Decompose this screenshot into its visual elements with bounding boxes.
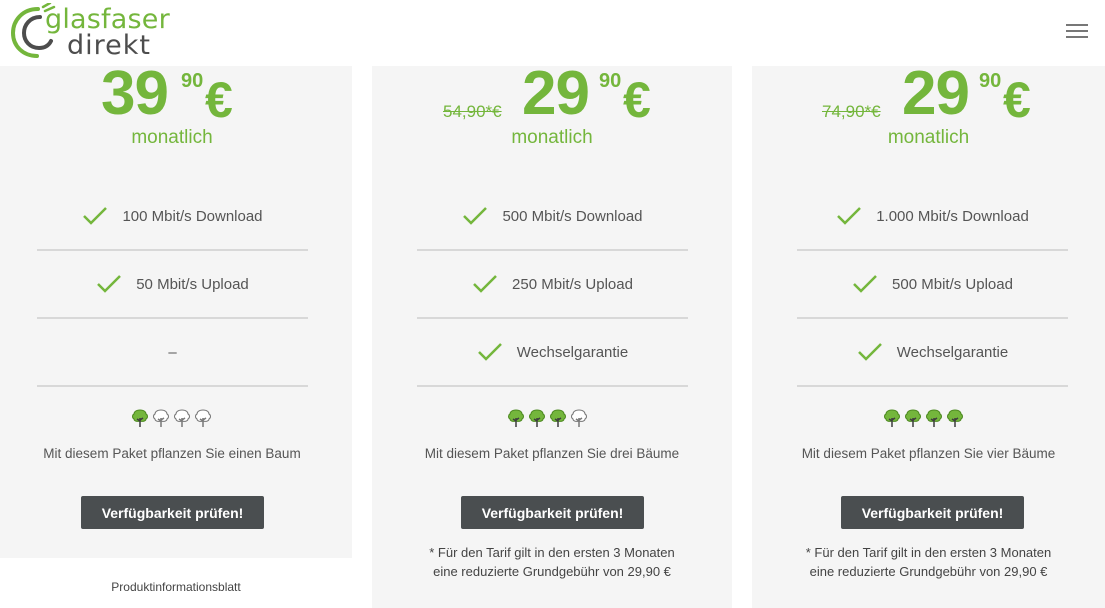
- feature-text: 100 Mbit/s Download: [122, 207, 263, 225]
- feature-text: Wechselgarantie: [896, 343, 1009, 361]
- old-price: 54,90*€: [443, 102, 502, 121]
- price-currency: €: [205, 72, 233, 128]
- check-availability-button[interactable]: Verfügbarkeit prüfen!: [841, 496, 1024, 529]
- product-info-link[interactable]: Produktinformationsblatt: [0, 580, 352, 594]
- price-cents: 90: [181, 70, 204, 92]
- checkmark-icon: [463, 207, 488, 225]
- feature-text: 1.000 Mbit/s Download: [876, 207, 1029, 225]
- checkmark-icon: [473, 275, 497, 293]
- feature-row: 250 Mbit/s Upload: [417, 251, 688, 319]
- site-header: glasfaser direkt: [0, 0, 1105, 66]
- plan-card-2: 54,90*€ 29 90 € monatlich 500 Mbit/s Dow…: [372, 59, 732, 608]
- tree-outline-icon: [194, 409, 211, 427]
- checkmark-icon: [853, 275, 877, 293]
- brand-logo[interactable]: glasfaser direkt: [10, 3, 185, 63]
- tree-rating: [747, 408, 1100, 428]
- check-availability-button[interactable]: Verfügbarkeit prüfen!: [461, 496, 644, 529]
- feature-row: 500 Mbit/s Download: [417, 183, 688, 251]
- checkmark-icon: [857, 343, 882, 361]
- checkmark-icon: [83, 207, 108, 225]
- footnote: * Für den Tarif gilt in den ersten 3 Mon…: [752, 543, 1105, 581]
- feature-text: 50 Mbit/s Upload: [136, 275, 249, 293]
- tree-filled-icon: [947, 409, 963, 427]
- tree-outline-icon: [570, 409, 587, 427]
- logo-text-direkt: direkt: [67, 30, 151, 61]
- footnote: * Für den Tarif gilt in den ersten 3 Mon…: [372, 543, 732, 581]
- price-period: monatlich: [887, 127, 970, 148]
- tree-text: Mit diesem Paket pflanzen Sie drei Bäume: [424, 446, 680, 461]
- tree-outline-icon: [152, 409, 169, 427]
- price-amount: 29: [902, 59, 970, 128]
- tree-text: Mit diesem Paket pflanzen Sie vier Bäume: [801, 446, 1056, 461]
- tree-outline-icon: [173, 409, 190, 427]
- price-currency: €: [623, 72, 651, 128]
- footnote-line: * Für den Tarif gilt in den ersten 3 Mon…: [429, 545, 675, 560]
- price-period: monatlich: [131, 127, 213, 148]
- checkmark-icon: [97, 275, 122, 293]
- tree-filled-icon: [926, 409, 942, 427]
- tree-text: Mit diesem Paket pflanzen Sie einen Baum: [43, 446, 301, 461]
- footnote-line: eine reduzierte Grundgebühr von 29,90 €: [433, 564, 671, 579]
- tree-rating: [367, 408, 727, 428]
- price-block: 39 90 €: [101, 59, 261, 130]
- feature-row: 50 Mbit/s Upload: [37, 251, 308, 319]
- feature-row: 100 Mbit/s Download: [37, 183, 308, 251]
- price-period: monatlich: [511, 127, 593, 148]
- feature-text: 250 Mbit/s Upload: [512, 275, 633, 293]
- price-currency: €: [1003, 72, 1031, 128]
- tree-filled-icon: [528, 409, 545, 427]
- feature-row: 500 Mbit/s Upload: [797, 251, 1068, 319]
- plan-card-1: 39 90 € monatlich 100 Mbit/s Download 50…: [0, 59, 352, 558]
- footnote-line: * Für den Tarif gilt in den ersten 3 Mon…: [805, 545, 1052, 560]
- hamburger-menu-icon[interactable]: [1066, 24, 1088, 40]
- checkmark-icon: [837, 207, 862, 225]
- tree-rating: [0, 408, 347, 428]
- feature-row: Wechselgarantie: [797, 319, 1068, 387]
- price-cents: 90: [599, 70, 622, 92]
- feature-row: 1.000 Mbit/s Download: [797, 183, 1068, 251]
- price-cents: 90: [979, 70, 1002, 92]
- feature-row: Wechselgarantie: [417, 319, 688, 387]
- tree-filled-icon: [884, 409, 900, 427]
- feature-text: Wechselgarantie: [516, 343, 629, 361]
- tree-filled-icon: [905, 409, 921, 427]
- footnote-line: eine reduzierte Grundgebühr von 29,90 €: [809, 564, 1048, 579]
- price-block: 29 90 €: [522, 59, 682, 130]
- feature-text: 500 Mbit/s Upload: [892, 275, 1013, 293]
- tree-filled-icon: [507, 409, 524, 427]
- feature-text: 500 Mbit/s Download: [502, 207, 643, 225]
- price-amount: 39: [101, 59, 169, 128]
- feature-row: –: [37, 319, 308, 387]
- tree-filled-icon: [549, 409, 566, 427]
- checkmark-icon: [477, 343, 502, 361]
- price-amount: 29: [522, 59, 590, 128]
- price-block: 29 90 €: [902, 59, 1062, 130]
- feature-text: –: [168, 343, 177, 361]
- plan-card-3: 74,90*€ 29 90 € monatlich 1.000 Mbit/s D…: [752, 59, 1105, 608]
- old-price: 74,90*€: [822, 102, 881, 121]
- check-availability-button[interactable]: Verfügbarkeit prüfen!: [81, 496, 264, 529]
- tree-filled-icon: [131, 409, 148, 427]
